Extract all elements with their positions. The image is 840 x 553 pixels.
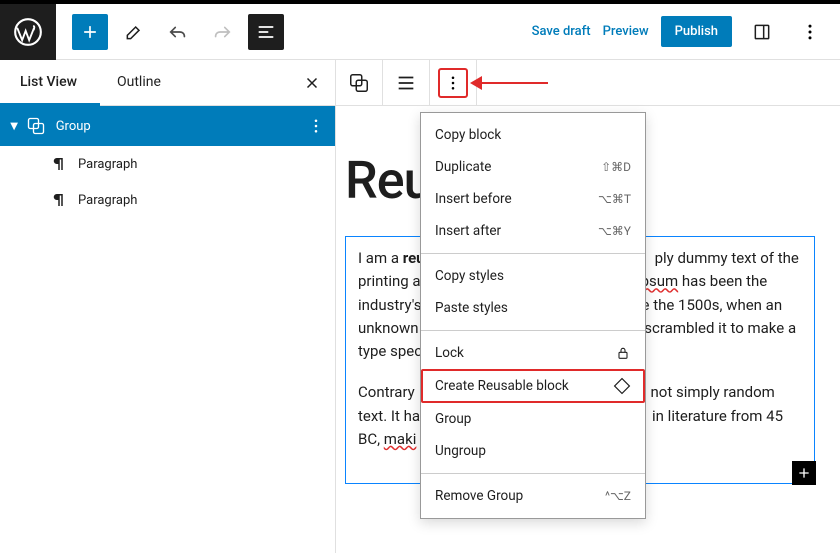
preview-button[interactable]: Preview — [603, 24, 649, 39]
menu-duplicate[interactable]: Duplicate ⇧⌘D — [421, 151, 645, 183]
close-sidebar-button[interactable] — [289, 60, 335, 105]
document-overview-sidebar: List View Outline ▶ Group Paragraph — [0, 60, 336, 553]
options-menu-button[interactable] — [792, 14, 828, 50]
editor-header: Save draft Preview Publish — [0, 4, 840, 60]
tree-block-paragraph[interactable]: Paragraph — [0, 146, 335, 182]
text-fragment: I am a — [358, 249, 403, 267]
block-type-button[interactable] — [336, 60, 382, 106]
menu-remove-group[interactable]: Remove Group ^⌥Z — [421, 480, 645, 512]
wordpress-logo[interactable] — [0, 4, 56, 60]
menu-label: Duplicate — [435, 159, 491, 175]
document-overview-button[interactable] — [248, 14, 284, 50]
menu-create-reusable-block[interactable]: Create Reusable block — [421, 369, 645, 403]
menu-group[interactable]: Group — [421, 403, 645, 435]
settings-panel-toggle[interactable] — [744, 14, 780, 50]
menu-ungroup[interactable]: Ungroup — [421, 435, 645, 467]
menu-shortcut: ⌥⌘Y — [598, 224, 631, 238]
edit-mode-button[interactable] — [116, 14, 152, 50]
undo-button[interactable] — [160, 14, 196, 50]
publish-button[interactable]: Publish — [661, 16, 732, 47]
header-right-tools: Save draft Preview Publish — [532, 14, 840, 50]
lock-icon — [615, 345, 631, 361]
redo-button[interactable] — [204, 14, 240, 50]
chevron-down-icon: ▶ — [8, 122, 19, 130]
menu-label: Remove Group — [435, 488, 523, 504]
menu-lock[interactable]: Lock — [421, 337, 645, 369]
save-draft-button[interactable]: Save draft — [532, 24, 591, 39]
tree-item-label: Paragraph — [78, 193, 137, 208]
menu-paste-styles[interactable]: Paste styles — [421, 292, 645, 324]
tree-item-label: Paragraph — [78, 157, 137, 172]
menu-label: Ungroup — [435, 443, 486, 459]
menu-label: Insert after — [435, 223, 501, 239]
menu-insert-after[interactable]: Insert after ⌥⌘Y — [421, 215, 645, 247]
tree-group-options-icon[interactable] — [307, 117, 325, 135]
block-options-button[interactable] — [438, 68, 468, 98]
block-toolbar — [336, 60, 840, 106]
menu-label: Paste styles — [435, 300, 508, 316]
paragraph-icon — [50, 191, 68, 209]
tree-group-label: Group — [56, 119, 91, 134]
reusable-block-icon — [613, 377, 631, 395]
menu-label: Create Reusable block — [435, 378, 569, 394]
menu-shortcut: ⌥⌘T — [598, 192, 631, 206]
menu-label: Group — [435, 411, 471, 427]
tab-outline[interactable]: Outline — [97, 60, 181, 105]
paragraph-icon — [50, 155, 68, 173]
add-block-button[interactable] — [72, 14, 108, 50]
text-fragment: Contrary — [358, 383, 419, 401]
menu-insert-before[interactable]: Insert before ⌥⌘T — [421, 183, 645, 215]
menu-shortcut: ^⌥Z — [605, 489, 631, 503]
header-left-tools — [56, 14, 284, 50]
block-tree: ▶ Group Paragraph Paragraph — [0, 106, 335, 218]
menu-label: Lock — [435, 345, 464, 361]
tree-block-group[interactable]: ▶ Group — [0, 106, 335, 146]
tab-list-view[interactable]: List View — [0, 60, 97, 105]
menu-shortcut: ⇧⌘D — [601, 160, 631, 174]
text-misspelled: psum — [641, 272, 679, 290]
text-misspelled: maki — [384, 430, 417, 448]
align-button[interactable] — [383, 60, 429, 106]
group-icon — [26, 116, 46, 136]
active-tab-indicator — [0, 103, 100, 106]
menu-label: Insert before — [435, 191, 512, 207]
tree-block-paragraph[interactable]: Paragraph — [0, 182, 335, 218]
menu-copy-styles[interactable]: Copy styles — [421, 260, 645, 292]
block-options-dropdown: Copy block Duplicate ⇧⌘D Insert before ⌥⌘T… — [420, 112, 646, 519]
menu-label: Copy block — [435, 127, 501, 143]
menu-label: Copy styles — [435, 268, 504, 284]
add-block-inline-button[interactable] — [792, 461, 816, 485]
menu-copy-block[interactable]: Copy block — [421, 119, 645, 151]
sidebar-tabs: List View Outline — [0, 60, 335, 106]
